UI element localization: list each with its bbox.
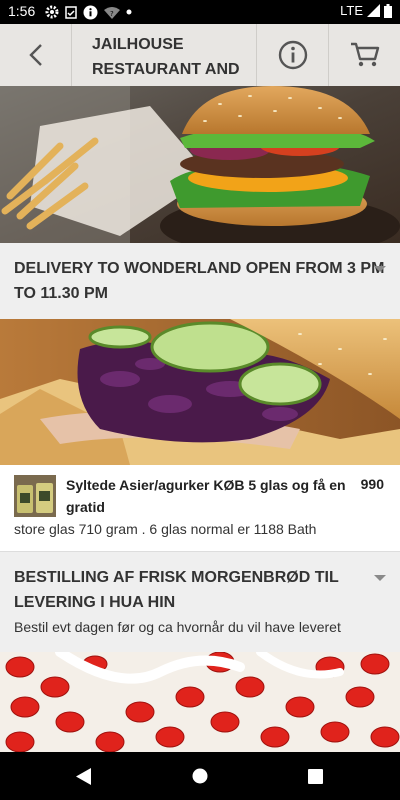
back-button[interactable] <box>0 24 71 86</box>
dropdown-arrow-icon <box>374 266 386 272</box>
section-title-line-2: LEVERING I HUA HIN <box>14 594 176 611</box>
info-button[interactable] <box>257 24 329 86</box>
section-header-morgenbrod[interactable]: BESTILLING AF FRISK MORGENBRØD TIL LEVER… <box>0 552 400 652</box>
nav-recents-icon[interactable] <box>308 769 323 784</box>
nav-home-icon[interactable] <box>192 768 208 784</box>
section-title-line-2: TO 11.30 PM <box>14 285 108 302</box>
notification-icons: ? <box>45 4 132 20</box>
clipboard-check-icon <box>65 6 77 19</box>
product-name-line-2: gratid <box>66 499 105 515</box>
status-time: 1:56 <box>8 3 36 19</box>
settings-icon <box>45 5 59 19</box>
info-icon <box>278 40 307 70</box>
product-item[interactable]: Syltede Asier/agurker KØB 5 glas og få e… <box>0 465 400 552</box>
cart-button[interactable] <box>329 24 400 86</box>
signal-icon <box>367 4 380 17</box>
page-title: JAILHOUSE RESTAURANT AND <box>71 24 257 86</box>
section-description: Bestil evt dagen før og ca hvornår du vi… <box>14 619 341 635</box>
system-nav-bar <box>0 752 400 800</box>
svg-text:?: ? <box>110 10 114 18</box>
product-description: store glas 710 gram . 6 glas normal er 1… <box>14 521 317 537</box>
burger-image <box>0 86 400 243</box>
title-line-2: RESTAURANT AND <box>92 61 240 78</box>
product-name: Syltede Asier/agurker KØB 5 glas og få e… <box>66 474 346 518</box>
app-header: JAILHOUSE RESTAURANT AND <box>0 24 400 86</box>
section-title-line-1: DELIVERY TO WONDERLAND OPEN FROM 3 PM <box>14 260 385 277</box>
section-title-morgenbrod: BESTILLING AF FRISK MORGENBRØD TIL LEVER… <box>14 565 339 615</box>
battery-icon <box>384 3 392 18</box>
title-line-1: JAILHOUSE <box>92 36 184 53</box>
dropdown-arrow-icon <box>374 575 386 581</box>
product-name-line-1: Syltede Asier/agurker KØB 5 glas og få e… <box>66 477 346 493</box>
chevron-left-icon <box>28 44 42 66</box>
nav-back-icon[interactable] <box>76 768 92 785</box>
cart-icon <box>350 42 379 67</box>
network-label: LTE <box>340 3 363 18</box>
sandwich-image <box>0 319 400 465</box>
wifi-question-icon: ? <box>104 6 120 19</box>
status-right: LTE <box>340 3 392 18</box>
section-title-line-1: BESTILLING AF FRISK MORGENBRØD TIL <box>14 569 339 586</box>
section-header-delivery[interactable]: DELIVERY TO WONDERLAND OPEN FROM 3 PM TO… <box>0 243 400 319</box>
product-thumbnail <box>14 475 56 517</box>
product-price: 990 <box>360 476 384 492</box>
dot-icon <box>126 9 132 15</box>
strawberry-cake-image <box>0 652 400 752</box>
info-circle-icon <box>83 5 98 19</box>
status-bar: 1:56 ? LTE <box>0 0 400 24</box>
section-title-delivery: DELIVERY TO WONDERLAND OPEN FROM 3 PM TO… <box>14 256 384 306</box>
